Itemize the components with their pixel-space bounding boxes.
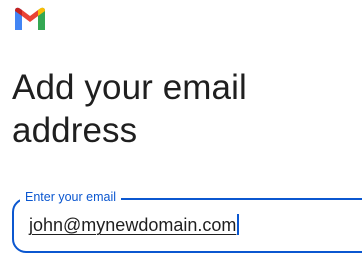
page-title: Add your email address [12, 66, 342, 152]
page-title-line-1: Add your email [12, 68, 247, 107]
email-field-value: john@mynewdomain.com [29, 213, 240, 237]
email-value-text: john@mynewdomain.com [29, 215, 237, 235]
page-title-line-2: address [12, 111, 138, 150]
text-cursor [237, 214, 240, 235]
email-field-label: Enter your email [20, 189, 122, 205]
add-email-screen: Add your email address Enter your email … [0, 0, 362, 255]
gmail-logo-icon [15, 7, 45, 31]
